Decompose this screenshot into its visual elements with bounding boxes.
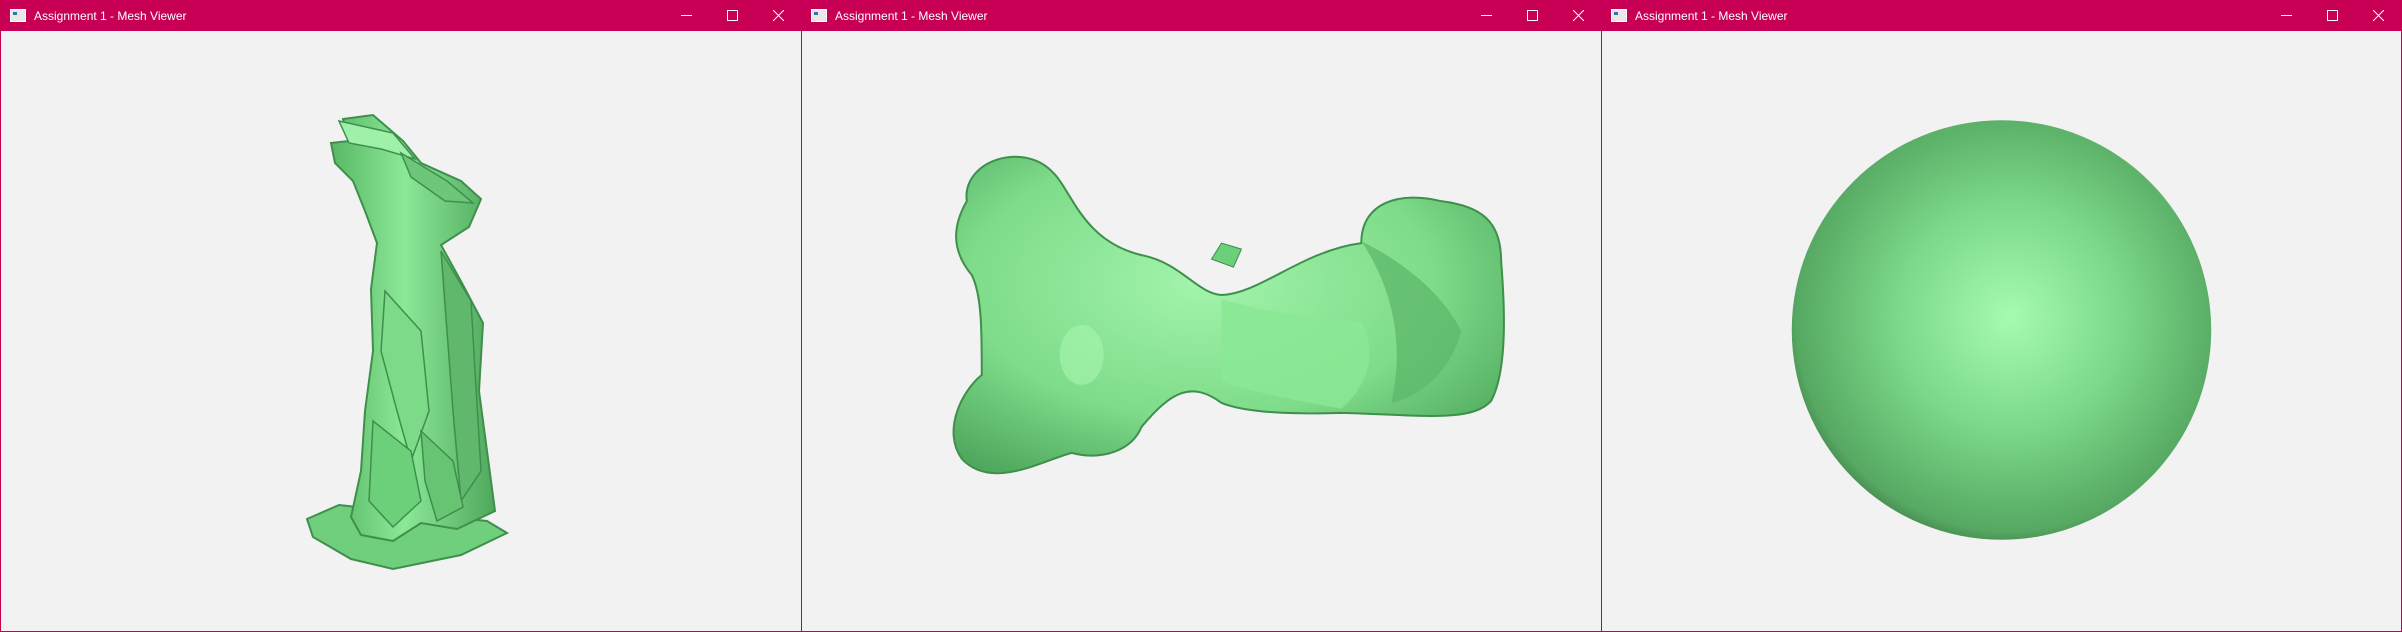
window-controls (663, 0, 801, 31)
render-viewport[interactable] (802, 31, 1601, 631)
maximize-icon[interactable] (1509, 0, 1555, 31)
mesh-viewer-window-1: Assignment 1 - Mesh Viewer (0, 0, 802, 632)
title-bar[interactable]: Assignment 1 - Mesh Viewer (1, 0, 801, 31)
render-viewport[interactable] (1602, 31, 2401, 631)
minimize-icon[interactable] (663, 0, 709, 31)
window-controls (2263, 0, 2401, 31)
mesh-viewer-window-3: Assignment 1 - Mesh Viewer (1601, 0, 2402, 632)
app-icon (1611, 9, 1627, 22)
minimize-icon[interactable] (1463, 0, 1509, 31)
sphere-mesh (1791, 120, 2212, 540)
window-title: Assignment 1 - Mesh Viewer (835, 8, 988, 23)
mesh-viewer-window-2: Assignment 1 - Mesh Viewer (801, 0, 1602, 632)
window-title: Assignment 1 - Mesh Viewer (34, 8, 187, 23)
gargoyle-mesh (305, 113, 510, 571)
close-icon[interactable] (1555, 0, 1601, 31)
render-viewport[interactable] (1, 31, 801, 631)
app-icon (811, 9, 827, 22)
title-bar[interactable]: Assignment 1 - Mesh Viewer (1602, 0, 2401, 31)
minimize-icon[interactable] (2263, 0, 2309, 31)
maximize-icon[interactable] (2309, 0, 2355, 31)
close-icon[interactable] (755, 0, 801, 31)
window-controls (1463, 0, 1601, 31)
window-title: Assignment 1 - Mesh Viewer (1635, 8, 1788, 23)
gargoyle-top-view-mesh (952, 155, 1505, 475)
close-icon[interactable] (2355, 0, 2401, 31)
maximize-icon[interactable] (709, 0, 755, 31)
app-icon (10, 9, 26, 22)
title-bar[interactable]: Assignment 1 - Mesh Viewer (802, 0, 1601, 31)
